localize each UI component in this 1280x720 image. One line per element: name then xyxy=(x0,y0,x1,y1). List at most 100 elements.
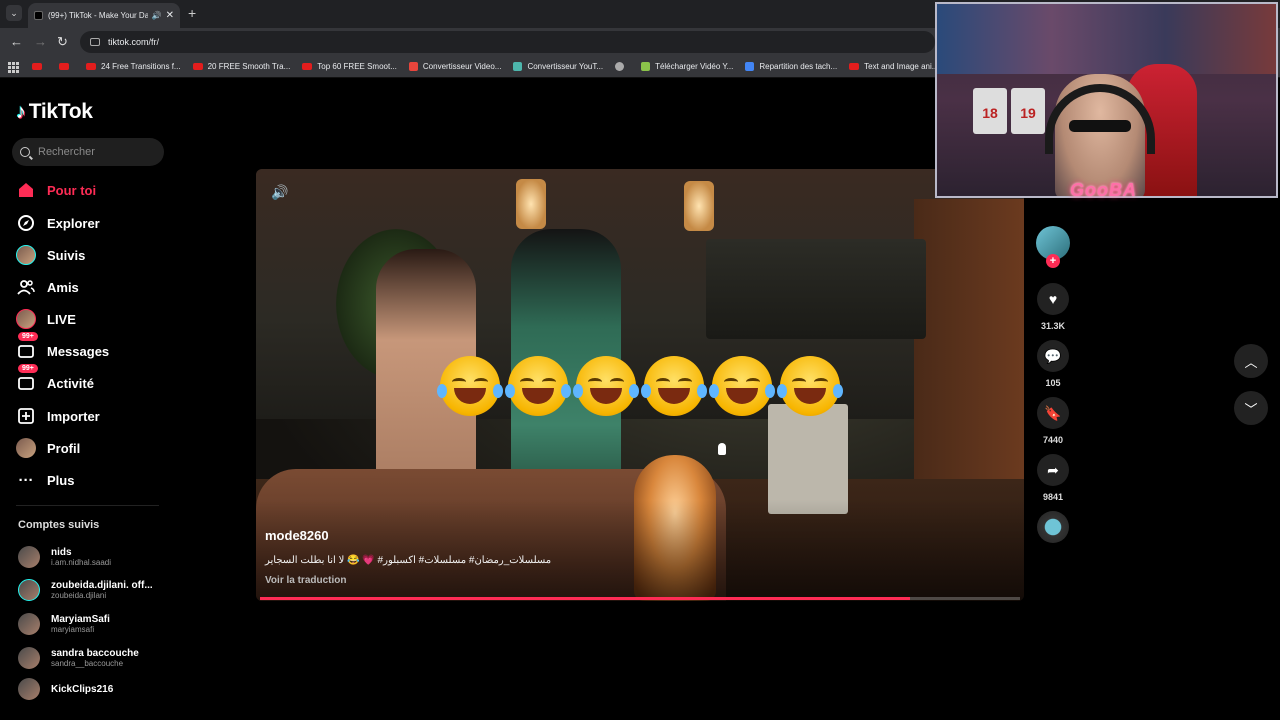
following-accounts-title: Comptes suivis xyxy=(18,519,100,531)
forward-arrow-icon[interactable]: → xyxy=(34,34,47,49)
tab-audio-icon[interactable]: 🔊 xyxy=(152,11,162,20)
followed-account[interactable]: MaryiamSafi maryiamsafi xyxy=(18,609,161,639)
bookmark-item[interactable] xyxy=(32,63,47,70)
profile-avatar-icon xyxy=(16,438,36,458)
jersey-left: 18 xyxy=(973,88,1007,134)
laughing-tears-emoji-icon xyxy=(573,356,639,416)
followed-account[interactable]: KickClips216 xyxy=(18,674,161,704)
nav-activity[interactable]: 99+ Activité xyxy=(16,364,94,394)
site-info-icon[interactable] xyxy=(90,38,100,46)
save-button[interactable]: 🔖 xyxy=(1037,397,1069,429)
account-name: nids xyxy=(51,547,72,558)
dl-icon xyxy=(641,62,651,71)
tab-close-icon[interactable]: ✕ xyxy=(166,10,174,21)
laughing-tears-emoji-icon xyxy=(641,356,707,416)
nav-for-you[interactable]: Pour toi xyxy=(16,179,96,201)
bookmark-item[interactable] xyxy=(59,63,74,70)
nav-friends[interactable]: Amis xyxy=(16,276,79,298)
tab-search-button[interactable]: ⌄ xyxy=(6,5,22,21)
nav-explore[interactable]: Explorer xyxy=(16,212,100,234)
globe-icon xyxy=(615,62,625,71)
logo-text: TikTok xyxy=(28,100,93,123)
reload-icon[interactable]: ↻ xyxy=(57,34,68,50)
jersey-right: 19 xyxy=(1011,88,1045,134)
chevron-down-icon: ﹀ xyxy=(1244,401,1258,417)
bookmark-item[interactable]: 20 FREE Smooth Tra... xyxy=(192,62,291,71)
account-name: zoubeida.djilani. off... xyxy=(51,580,153,591)
bookmark-item[interactable] xyxy=(615,62,629,71)
avatar xyxy=(18,546,40,568)
laughing-tears-emoji-icon xyxy=(505,356,571,416)
account-name: KickClips216 xyxy=(51,683,114,695)
nav-messages[interactable]: 99+ Messages xyxy=(16,332,109,362)
nav-upload[interactable]: Importer xyxy=(16,405,100,427)
account-handle: i.am.nidhal.saadi xyxy=(51,558,112,567)
bookmark-item[interactable]: Text and Image ani... xyxy=(849,62,938,71)
followed-account[interactable]: zoubeida.djilani. off... zoubeida.djilani xyxy=(18,575,161,605)
account-handle: zoubeida.djilani xyxy=(51,591,107,600)
bookmark-item[interactable]: Convertisseur YouT... xyxy=(513,62,603,71)
following-avatar-icon xyxy=(16,245,36,265)
video-author[interactable]: mode8260 xyxy=(265,528,329,543)
heart-icon: ♥ xyxy=(1048,291,1058,307)
apps-grid-icon[interactable] xyxy=(8,61,19,73)
bookmark-item[interactable]: Top 60 FREE Smoot... xyxy=(302,62,397,71)
webcam-overlay: 18 19 xyxy=(935,2,1278,198)
youtube-icon xyxy=(192,63,203,70)
messages-badge: 99+ xyxy=(18,332,38,341)
nav-profile[interactable]: Profil xyxy=(16,437,80,459)
video-scene-lantern xyxy=(516,179,546,229)
tiktok-logo[interactable]: ♪ TikTok xyxy=(16,100,93,124)
nav-live[interactable]: LIVE xyxy=(16,308,76,330)
like-count: 31.3K xyxy=(1040,321,1066,331)
z-icon xyxy=(408,62,418,71)
bookmark-label: Repartition des tach... xyxy=(759,62,838,71)
laughing-tears-emoji-icon xyxy=(777,356,843,416)
live-avatar-icon xyxy=(16,309,36,329)
youtube-icon xyxy=(32,63,42,70)
back-arrow-icon[interactable]: ← xyxy=(10,34,23,49)
followed-account[interactable]: nids i.am.nidhal.saadi xyxy=(18,542,161,572)
share-button[interactable]: ➦ xyxy=(1037,454,1069,486)
browser-tab[interactable]: (99+) TikTok - Make Your Da 🔊 ✕ xyxy=(28,3,180,28)
youtube-icon xyxy=(59,63,69,70)
see-translation-link[interactable]: Voir la traduction xyxy=(265,575,347,586)
bookmark-item[interactable]: Convertisseur Video... xyxy=(408,62,501,71)
bookmark-label: 20 FREE Smooth Tra... xyxy=(207,62,291,71)
music-disc-icon[interactable] xyxy=(1037,511,1069,543)
address-bar[interactable]: tiktok.com/fr/ xyxy=(80,31,935,53)
follow-plus-icon[interactable]: + xyxy=(1046,254,1060,268)
compass-icon xyxy=(16,213,36,233)
nav-label: Explorer xyxy=(47,215,100,231)
youtube-icon xyxy=(849,63,860,70)
avatar xyxy=(18,647,40,669)
volume-icon[interactable]: 🔊 xyxy=(271,184,288,201)
video-progress-bar[interactable] xyxy=(260,597,1020,600)
next-video-button[interactable]: ﹀ xyxy=(1234,391,1268,425)
webcam-background-posters xyxy=(937,4,1276,74)
laughing-emoji-row xyxy=(437,356,843,416)
messages-icon: 99+ xyxy=(16,332,38,361)
search-input[interactable]: Rechercher xyxy=(12,138,164,166)
streamer-name-logo: GooBA xyxy=(1070,180,1137,200)
doc-icon xyxy=(745,62,755,71)
mouse-cursor-icon xyxy=(718,443,726,455)
account-name: MaryiamSafi xyxy=(51,614,110,625)
followed-account[interactable]: sandra baccouche sandra__baccouche xyxy=(18,643,161,673)
activity-badge: 99+ xyxy=(18,364,38,373)
previous-video-button[interactable]: ︿ xyxy=(1234,344,1268,378)
bookmark-item[interactable]: 24 Free Transitions f... xyxy=(86,62,181,71)
new-tab-button[interactable]: + xyxy=(188,5,196,21)
like-button[interactable]: ♥ xyxy=(1037,283,1069,315)
nav-label: Importer xyxy=(47,408,100,424)
more-dots-icon: ··· xyxy=(18,471,34,489)
bookmark-item[interactable]: Télécharger Vidéo Y... xyxy=(641,62,733,71)
conv-icon xyxy=(513,62,523,71)
nav-following[interactable]: Suivis xyxy=(16,244,85,266)
comment-button[interactable]: 💬 xyxy=(1037,340,1069,372)
search-icon xyxy=(20,147,30,157)
bookmark-item[interactable]: Repartition des tach... xyxy=(745,62,837,71)
nav-more[interactable]: ··· Plus xyxy=(16,469,75,491)
bookmark-label: Text and Image ani... xyxy=(864,62,939,71)
video-caption-shade xyxy=(256,500,1024,601)
